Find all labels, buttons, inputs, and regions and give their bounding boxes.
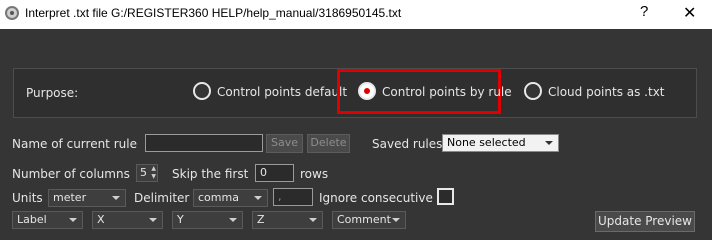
skip-rows-input[interactable]: 0 xyxy=(255,164,294,182)
column-3-value: Y xyxy=(177,213,184,226)
rows-label: rows xyxy=(300,167,329,181)
chevron-down-icon xyxy=(112,196,120,200)
radio-control-points-by-rule[interactable] xyxy=(358,82,376,100)
number-of-columns-label: Number of columns xyxy=(12,167,130,181)
chevron-down-icon xyxy=(69,218,77,222)
radio-cloud-points-as-txt[interactable] xyxy=(524,82,542,100)
number-of-columns-spinbox[interactable]: 5 ▲ ▼ xyxy=(136,164,158,182)
column-1-select[interactable]: Label xyxy=(12,211,83,229)
column-4-value: Z xyxy=(257,213,265,226)
rule-name-input[interactable] xyxy=(145,134,263,152)
chevron-down-icon xyxy=(254,196,262,200)
help-button[interactable]: ? xyxy=(640,3,648,20)
ignore-consecutive-label: Ignore consecutive xyxy=(319,191,433,205)
update-preview-button[interactable]: Update Preview xyxy=(595,211,695,232)
saved-rules-label: Saved rules xyxy=(372,137,443,151)
radio-control-points-default[interactable] xyxy=(193,82,211,100)
column-3-select[interactable]: Y xyxy=(172,211,243,229)
units-value: meter xyxy=(53,191,87,204)
chevron-down-icon xyxy=(229,218,237,222)
purpose-label: Purpose: xyxy=(26,86,79,100)
delete-button[interactable]: Delete xyxy=(307,134,350,153)
column-1-value: Label xyxy=(17,213,47,226)
save-button[interactable]: Save xyxy=(266,134,303,153)
units-label: Units xyxy=(12,191,43,205)
column-5-value: Comment xyxy=(337,213,391,226)
saved-rules-value: None selected xyxy=(447,136,526,149)
close-button[interactable]: ✕ xyxy=(683,3,696,23)
column-4-select[interactable]: Z xyxy=(252,211,323,229)
column-2-select[interactable]: X xyxy=(92,211,163,229)
radio-label-cloud-points-as-txt: Cloud points as .txt xyxy=(548,85,665,99)
chevron-down-icon xyxy=(149,218,157,222)
title-bar: Interpret .txt file G:/REGISTER360 HELP/… xyxy=(0,0,712,29)
column-5-select[interactable]: Comment xyxy=(332,211,406,229)
delimiter-label: Delimiter xyxy=(134,191,190,205)
radio-label-control-points-default: Control points default xyxy=(217,85,348,99)
column-2-value: X xyxy=(97,213,105,226)
chevron-down-icon xyxy=(392,218,400,222)
window-title: Interpret .txt file G:/REGISTER360 HELP/… xyxy=(25,6,402,20)
app-logo-icon xyxy=(5,6,19,20)
delimiter-select[interactable]: comma xyxy=(193,189,268,207)
skip-first-label: Skip the first xyxy=(172,167,249,181)
spin-arrows-icon: ▲ ▼ xyxy=(151,165,156,180)
chevron-down-icon xyxy=(545,141,553,145)
delimiter-char-input[interactable]: , xyxy=(273,188,313,206)
ignore-consecutive-checkbox[interactable] xyxy=(437,188,454,205)
chevron-down-icon xyxy=(309,218,317,222)
rule-name-label: Name of current rule xyxy=(12,137,137,151)
number-of-columns-value: 5 xyxy=(140,166,147,179)
delimiter-value: comma xyxy=(198,191,239,204)
units-select[interactable]: meter xyxy=(48,189,126,207)
radio-label-control-points-by-rule: Control points by rule xyxy=(382,85,512,99)
saved-rules-select[interactable]: None selected xyxy=(442,134,559,152)
